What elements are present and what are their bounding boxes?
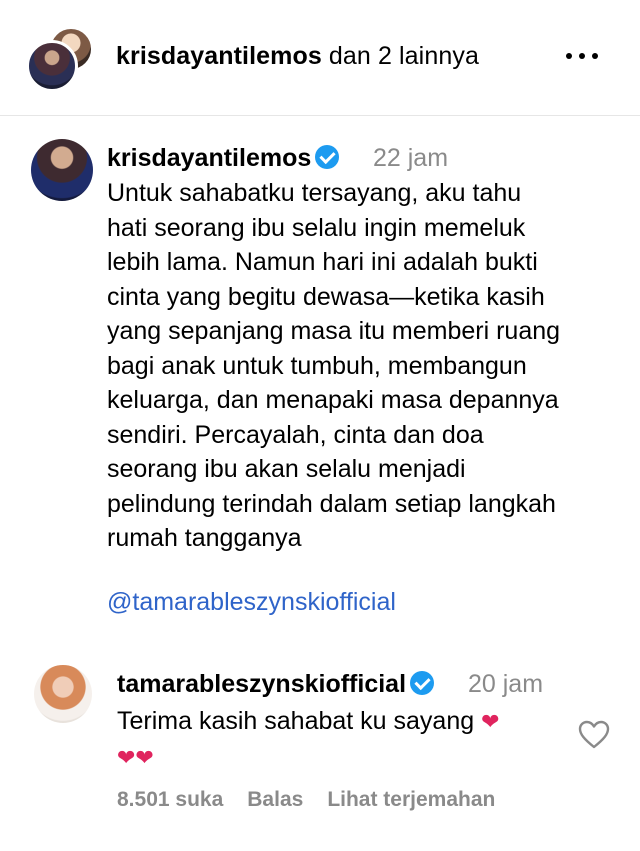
reply-text: Terima kasih sahabat ku sayang ❤ ❤❤ <box>117 704 557 776</box>
heart-outline-icon[interactable] <box>578 720 610 750</box>
reply-time: 20 jam <box>468 670 544 698</box>
caption-line: keluarga, dan menapaki masa depannya <box>107 386 559 414</box>
caption-line: rumah tangganya <box>107 524 302 552</box>
collab-title[interactable]: krisdayantilemos dan 2 lainnya <box>116 42 479 71</box>
caption-line: sendiri. Percayalah, cinta dan doa <box>107 420 484 449</box>
header-username[interactable]: krisdayantilemos <box>116 42 322 70</box>
heart-emoji: ❤ <box>481 710 500 735</box>
avatar <box>26 40 78 92</box>
see-translation-button[interactable]: Lihat terjemahan <box>327 788 495 812</box>
avatar[interactable] <box>31 139 93 201</box>
reply-actions: 8.501 suka Balas Lihat terjemahan <box>117 788 495 812</box>
caption-line: Untuk sahabatku tersayang, aku tahu <box>107 179 522 207</box>
collab-avatar-stack[interactable] <box>26 24 98 96</box>
reply-username-text[interactable]: tamarableszynskiofficial <box>117 670 406 698</box>
verified-badge-icon <box>315 145 340 169</box>
reply-text-content: Terima kasih sahabat ku sayang <box>117 707 475 735</box>
caption-username[interactable]: krisdayantilemos <box>107 144 340 173</box>
verified-badge-icon <box>410 671 435 695</box>
reply-button[interactable]: Balas <box>247 788 303 812</box>
caption-line: hati seorang ibu selalu ingin memeluk <box>107 213 526 242</box>
heart-emoji: ❤❤ <box>117 746 154 771</box>
caption-time: 22 jam <box>373 144 449 172</box>
avatar[interactable] <box>34 665 92 723</box>
more-horizontal-icon[interactable] <box>566 46 606 66</box>
caption-line: bagi anak untuk tumbuh, membangun <box>107 351 527 380</box>
caption-line: yang sepanjang masa itu memberi ruang <box>107 317 561 345</box>
caption-line: pelindung terindah dalam setiap langkah <box>107 489 556 518</box>
post-header: krisdayantilemos dan 2 lainnya <box>0 0 640 116</box>
mention-link[interactable]: @tamarableszynskiofficial <box>107 588 396 617</box>
likes-count[interactable]: 8.501 suka <box>117 788 223 812</box>
caption-username-text[interactable]: krisdayantilemos <box>107 144 311 172</box>
caption-line: lebih lama. Namun hari ini adalah bukti <box>107 248 538 276</box>
reply-username[interactable]: tamarableszynskiofficial <box>117 670 435 699</box>
caption-text: Untuk sahabatku tersayang, aku tahu hati… <box>107 176 622 556</box>
caption-line: cinta yang begitu dewasa—ketika kasih <box>107 282 545 311</box>
caption-line: seorang ibu akan selalu menjadi <box>107 455 466 483</box>
header-others[interactable]: dan 2 lainnya <box>329 42 479 70</box>
